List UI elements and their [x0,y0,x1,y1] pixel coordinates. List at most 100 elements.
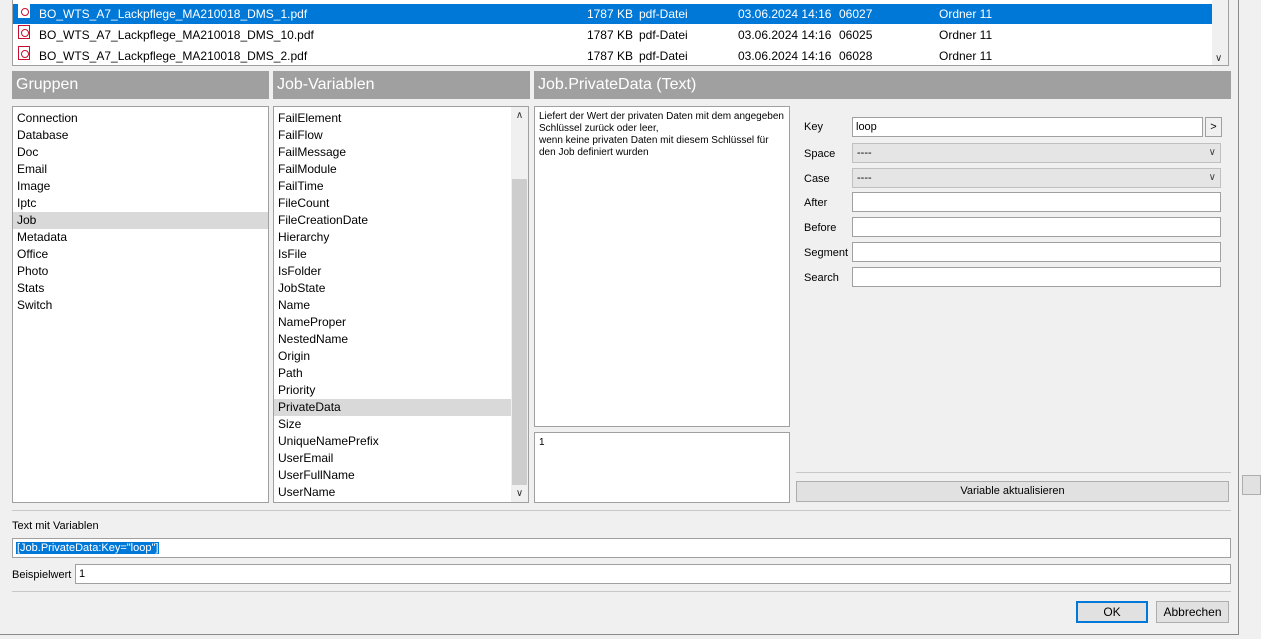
file-row[interactable]: BO_WTS_A7_Lackpflege_MA210018_DMS_2.pdf 1… [13,46,1213,65]
variable-detail-header: Job.PrivateData (Text) [534,71,1231,99]
text-with-variables-value: [Job.PrivateData:Key="loop"] [16,542,160,554]
variable-item-failmessage[interactable]: FailMessage [274,144,511,161]
chevron-down-icon: ∨ [1208,172,1216,183]
variable-item-username[interactable]: UserName [274,484,511,501]
group-item-office[interactable]: Office [13,246,268,263]
divider [12,591,1231,592]
variable-item-failmodule[interactable]: FailModule [274,161,511,178]
file-type: pdf-Datei [639,28,688,42]
file-number: 06028 [839,49,873,63]
variable-item-privatedata[interactable]: PrivateData [274,399,511,416]
file-name: BO_WTS_A7_Lackpflege_MA210018_DMS_10.pdf [39,28,314,42]
file-folder: Ordner 11 [939,49,993,63]
chevron-up-icon[interactable]: ∧ [511,107,528,124]
chevron-down-icon[interactable]: ∨ [511,485,528,502]
case-select-value: ---- [857,172,872,184]
update-variable-button[interactable]: Variable aktualisieren [796,481,1229,502]
pdf-file-icon [18,46,30,60]
group-item-iptc[interactable]: Iptc [13,195,268,212]
group-item-job[interactable]: Job [13,212,268,229]
text-with-variables-label: Text mit Variablen [12,520,99,532]
groups-header: Gruppen [12,71,269,99]
scrollbar-thumb[interactable] [512,179,527,485]
variable-item-priority[interactable]: Priority [274,382,511,399]
cancel-button[interactable]: Abbrechen [1156,601,1229,623]
key-input[interactable]: loop [852,117,1203,137]
group-item-doc[interactable]: Doc [13,144,268,161]
variable-item-isfolder[interactable]: IsFolder [274,263,511,280]
group-item-metadata[interactable]: Metadata [13,229,268,246]
file-name: BO_WTS_A7_Lackpflege_MA210018_DMS_1.pdf [39,7,308,21]
chevron-down-icon[interactable]: ∨ [1215,53,1222,64]
key-label: Key [804,121,823,133]
variable-description: Liefert der Wert der privaten Daten mit … [534,106,790,427]
variable-item-nestedname[interactable]: NestedName [274,331,511,348]
divider [796,472,1231,473]
space-select[interactable]: ---- ∨ [852,143,1221,163]
file-number: 06025 [839,28,873,42]
space-select-value: ---- [857,147,872,159]
variable-item-origin[interactable]: Origin [274,348,511,365]
ok-button[interactable]: OK [1076,601,1148,623]
group-item-database[interactable]: Database [13,127,268,144]
variable-item-name[interactable]: Name [274,297,511,314]
group-item-connection[interactable]: Connection [13,110,268,127]
job-variables-header: Job-Variablen [273,71,530,99]
variable-item-failelement[interactable]: FailElement [274,110,511,127]
key-insert-button[interactable]: > [1205,117,1222,137]
file-folder: Ordner 11 [939,28,993,42]
case-select[interactable]: ---- ∨ [852,168,1221,188]
variable-item-failtime[interactable]: FailTime [274,178,511,195]
variable-item-failflow[interactable]: FailFlow [274,127,511,144]
file-date: 03.06.2024 14:16 [738,7,832,21]
variable-item-size[interactable]: Size [274,416,511,433]
group-item-email[interactable]: Email [13,161,268,178]
group-item-switch[interactable]: Switch [13,297,268,314]
variables-list[interactable]: FailElement FailFlow FailMessage FailModule… [273,106,529,503]
file-list-scrollbar[interactable]: ∨ [1212,0,1228,65]
variable-item-path[interactable]: Path [274,365,511,382]
file-folder: Ordner 11 [939,7,993,21]
group-item-photo[interactable]: Photo [13,263,268,280]
variable-item-hierarchy[interactable]: Hierarchy [274,229,511,246]
after-label: After [804,197,828,209]
chevron-down-icon: ∨ [1208,147,1216,158]
background-window-fragment [1242,475,1261,495]
window-border [1238,0,1239,635]
file-date: 03.06.2024 14:16 [738,49,832,63]
file-row[interactable]: BO_WTS_A7_Lackpflege_MA210018_DMS_1.pdf 1… [13,4,1213,24]
space-label: Space [804,148,836,160]
variable-item-nameproper[interactable]: NameProper [274,314,511,331]
group-item-stats[interactable]: Stats [13,280,268,297]
variables-scrollbar[interactable]: ∧ ∨ [511,107,528,502]
case-label: Case [804,173,830,185]
after-input[interactable] [852,192,1221,212]
segment-label: Segment [804,247,849,259]
segment-input[interactable] [852,242,1221,262]
variable-item-uniquenameprefix[interactable]: UniqueNamePrefix [274,433,511,450]
file-size: 1787 KB [586,49,633,63]
variable-item-filecount[interactable]: FileCount [274,195,511,212]
file-number: 06027 [839,7,873,21]
file-size: 1787 KB [586,7,633,21]
text-with-variables-input[interactable]: [Job.PrivateData:Key="loop"] [12,538,1231,558]
window-border [0,634,1239,635]
pdf-file-icon [18,25,30,39]
before-input[interactable] [852,217,1221,237]
file-list[interactable]: BO_WTS_A7_Lackpflege_MA210018_DMS_1.pdf 1… [12,0,1229,66]
variable-item-jobstate[interactable]: JobState [274,280,511,297]
file-date: 03.06.2024 14:16 [738,28,832,42]
search-input[interactable] [852,267,1221,287]
pdf-file-icon [18,4,30,18]
variable-item-userfullname[interactable]: UserFullName [274,467,511,484]
group-item-image[interactable]: Image [13,178,268,195]
variable-item-filecreationdate[interactable]: FileCreationDate [274,212,511,229]
variable-item-useremail[interactable]: UserEmail [274,450,511,467]
file-type: pdf-Datei [639,7,688,21]
groups-list[interactable]: Connection Database Doc Email Image Iptc Job Me… [12,106,269,503]
file-row[interactable]: BO_WTS_A7_Lackpflege_MA210018_DMS_10.pdf… [13,25,1213,45]
variable-item-isfile[interactable]: IsFile [274,246,511,263]
before-label: Before [804,222,837,234]
example-value-input[interactable]: 1 [75,564,1231,584]
file-type: pdf-Datei [639,49,688,63]
